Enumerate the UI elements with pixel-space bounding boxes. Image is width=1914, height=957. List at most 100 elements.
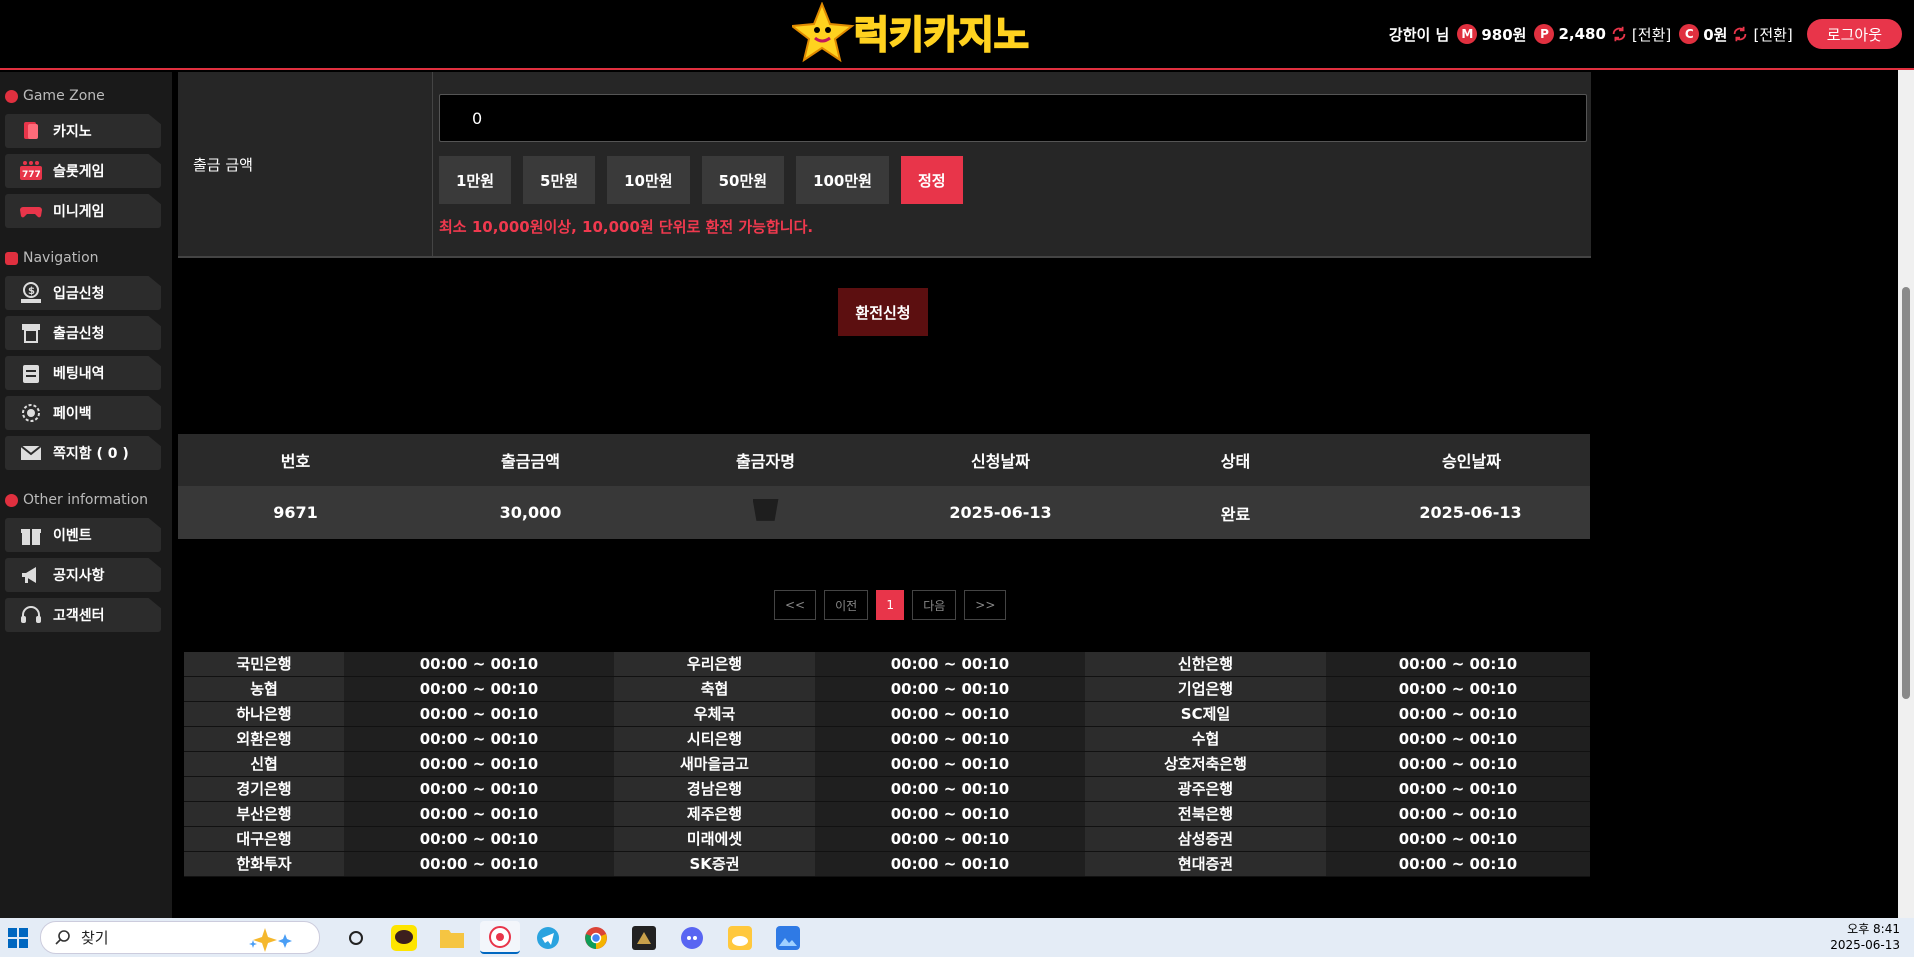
- headset-icon: [21, 606, 41, 623]
- photos-icon[interactable]: [768, 921, 808, 954]
- chip-1000000[interactable]: 100만원: [796, 156, 889, 204]
- point-badge: P: [1534, 24, 1555, 44]
- cards-icon: [24, 122, 38, 139]
- col-status: 상태: [1220, 452, 1251, 471]
- sidebar-item-minigame[interactable]: 미니게임: [5, 194, 161, 228]
- sidebar-item-support[interactable]: 고객센터: [5, 598, 161, 632]
- chip-500000[interactable]: 50만원: [701, 156, 785, 204]
- exchange-submit-button[interactable]: 환전신청: [838, 288, 928, 336]
- chip-10000[interactable]: 1만원: [439, 156, 512, 204]
- slot-machine-icon: 777: [20, 161, 42, 180]
- chrome-icon[interactable]: [576, 921, 616, 954]
- col-number: 번호: [280, 452, 311, 471]
- chip-100000[interactable]: 10만원: [607, 156, 690, 204]
- point-swap-link[interactable]: [전환]: [1632, 24, 1671, 45]
- bank-hours: 00:00 ~ 00:10: [815, 677, 1085, 701]
- page-last-button[interactable]: >>: [964, 590, 1007, 620]
- table-row: 9671 30,000 2025-06-13 완료 2025-06-13: [178, 486, 1590, 539]
- section-other-information: Other information: [0, 488, 172, 512]
- sidebar-item-notice[interactable]: 공지사항: [5, 558, 161, 592]
- task-view-icon[interactable]: [336, 921, 376, 954]
- taskbar-search[interactable]: 찾기: [40, 921, 320, 954]
- page-next-button[interactable]: 다음: [912, 590, 957, 620]
- sidebar-item-casino[interactable]: 카지노: [5, 114, 161, 148]
- browser-app-icon[interactable]: [480, 921, 520, 954]
- weather-icon[interactable]: [720, 921, 760, 954]
- svg-text:$: $: [28, 286, 35, 297]
- bank-name: 하나은행: [184, 702, 344, 726]
- sidebar-item-event[interactable]: 이벤트: [5, 518, 161, 552]
- bank-hours: 00:00 ~ 00:10: [815, 652, 1085, 676]
- scrollbar[interactable]: [1898, 70, 1914, 918]
- sidebar-item-label: 출금신청: [53, 326, 105, 342]
- bank-hours: 00:00 ~ 00:10: [1326, 752, 1590, 776]
- megaphone-icon: [22, 567, 36, 583]
- money-hand-icon: $: [21, 282, 41, 303]
- page-current[interactable]: 1: [876, 590, 905, 620]
- bank-name: 대구은행: [184, 827, 344, 851]
- bank-hours: 00:00 ~ 00:10: [344, 852, 614, 876]
- bank-hours: 00:00 ~ 00:10: [344, 727, 614, 751]
- system-clock[interactable]: 오후 8:41 2025-06-13: [1830, 921, 1900, 953]
- bank-name: 경기은행: [184, 777, 344, 801]
- bank-name: 국민은행: [184, 652, 344, 676]
- sidebar-item-betting-history[interactable]: 베팅내역: [5, 356, 161, 390]
- sidebar-item-messages[interactable]: 쪽지함 ( 0 ): [5, 436, 161, 470]
- sidebar-item-withdraw[interactable]: 출금신청: [5, 316, 161, 350]
- bank-hours: 00:00 ~ 00:10: [815, 802, 1085, 826]
- section-navigation: Navigation: [0, 246, 172, 270]
- page-prev-button[interactable]: 이전: [824, 590, 869, 620]
- bank-name: 시티은행: [614, 727, 815, 751]
- windows-start-icon[interactable]: [8, 928, 28, 948]
- withdraw-amount-row: 출금 금액 1만원 5만원 10만원 50만원 100만원 정정 최소 10,0…: [178, 72, 1591, 258]
- clock-date: 2025-06-13: [1830, 938, 1900, 952]
- bank-hours: 00:00 ~ 00:10: [344, 702, 614, 726]
- chip-50000[interactable]: 5만원: [523, 156, 596, 204]
- payback-icon: [22, 404, 40, 422]
- bank-hours: 00:00 ~ 00:10: [1326, 777, 1590, 801]
- file-explorer-icon[interactable]: [432, 921, 472, 954]
- reset-button[interactable]: 정정: [900, 156, 963, 204]
- sidebar-item-label: 이벤트: [53, 528, 92, 544]
- sidebar-item-deposit[interactable]: $ 입금신청: [5, 276, 161, 310]
- clipboard-icon: [23, 365, 39, 383]
- bank-hours: 00:00 ~ 00:10: [815, 827, 1085, 851]
- bank-hours: 00:00 ~ 00:10: [344, 752, 614, 776]
- refresh-icon[interactable]: [1610, 25, 1628, 43]
- bank-name: 상호저축은행: [1085, 752, 1326, 776]
- page-first-button[interactable]: <<: [774, 590, 817, 620]
- bank-name: 축협: [614, 677, 815, 701]
- table-row: 한화투자 00:00 ~ 00:10 SK증권 00:00 ~ 00:10 현대증권 00…: [184, 852, 1590, 877]
- coin-badge: C: [1679, 24, 1700, 44]
- scrollbar-thumb[interactable]: [1902, 287, 1910, 699]
- discord-icon[interactable]: [672, 921, 712, 954]
- clock-time: 오후 8:41: [1847, 922, 1900, 936]
- amount-label: 출금 금액: [178, 72, 432, 256]
- svg-text:럭키카지노: 럭키카지노: [854, 13, 1029, 57]
- kakaotalk-icon[interactable]: [384, 921, 424, 954]
- site-logo[interactable]: 럭키카지노: [792, 2, 1097, 66]
- coin-swap-link[interactable]: [전환]: [1753, 24, 1792, 45]
- cell-approved: 2025-06-13: [1419, 503, 1522, 522]
- table-row: 국민은행 00:00 ~ 00:10 우리은행 00:00 ~ 00:10 신한은행 00…: [184, 652, 1590, 677]
- sparkle-icon: [249, 928, 292, 952]
- bank-name: 신한은행: [1085, 652, 1326, 676]
- money-badge: M: [1457, 24, 1478, 44]
- bank-hours: 00:00 ~ 00:10: [815, 777, 1085, 801]
- amount-input[interactable]: [439, 94, 1587, 142]
- sidebar-item-label: 입금신청: [53, 286, 105, 302]
- sidebar-item-payback[interactable]: 페이백: [5, 396, 161, 430]
- logout-button[interactable]: 로그아웃: [1806, 19, 1902, 49]
- bank-name: 새마을금고: [614, 752, 815, 776]
- point-value: 2,480: [1558, 25, 1606, 43]
- bank-hours: 00:00 ~ 00:10: [344, 652, 614, 676]
- telegram-icon[interactable]: [528, 921, 568, 954]
- section-title: Other information: [23, 492, 149, 508]
- sidebar-item-slot[interactable]: 777 슬롯게임: [5, 154, 161, 188]
- bank-name: 신협: [184, 752, 344, 776]
- minimum-notice: 최소 10,000원이상, 10,000원 단위로 환전 가능합니다.: [439, 218, 814, 236]
- bank-name: 부산은행: [184, 802, 344, 826]
- sidebar: Game Zone 카지노 777 슬롯게임 미니게임 Navigation $…: [0, 72, 172, 918]
- refresh-icon[interactable]: [1731, 25, 1749, 43]
- game-app-icon[interactable]: [624, 921, 664, 954]
